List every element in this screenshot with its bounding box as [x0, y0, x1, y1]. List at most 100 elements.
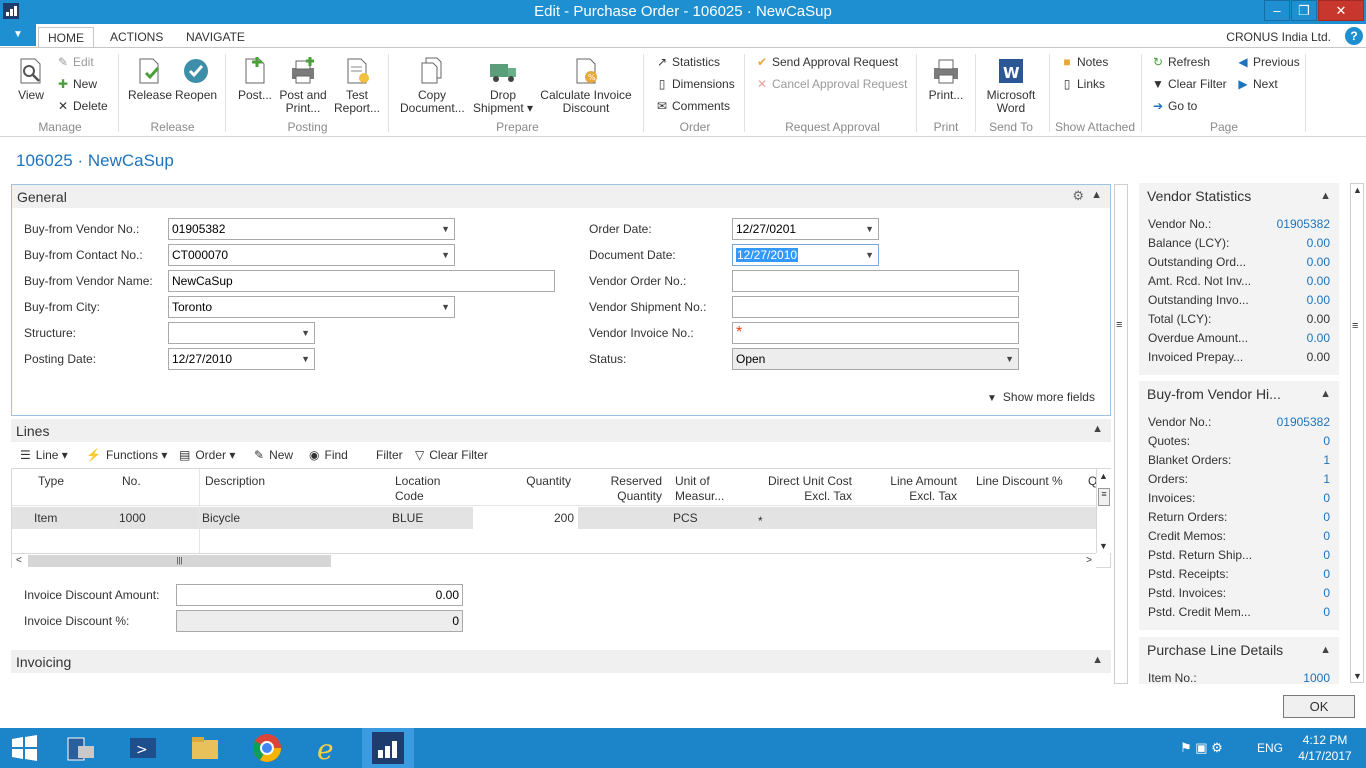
maximize-button[interactable]: ❐	[1291, 0, 1317, 21]
structure-field[interactable]: ▼	[168, 322, 315, 344]
clear-filter-button[interactable]: ▼ Clear Filter	[1151, 77, 1227, 91]
buy-from-vendor-name-field[interactable]: NewCaSup	[168, 270, 555, 292]
collapse-chevron-icon[interactable]: ▲	[1320, 644, 1331, 656]
tab-actions[interactable]: ACTIONS	[110, 30, 163, 44]
links-button[interactable]: ▯ Links	[1060, 77, 1105, 91]
tab-navigate[interactable]: NAVIGATE	[186, 30, 245, 44]
company-name[interactable]: CRONUS India Ltd.	[1226, 30, 1331, 44]
collapse-chevron-icon[interactable]: ▲	[1091, 189, 1102, 201]
find-button[interactable]: ◉ Find	[309, 448, 348, 462]
col-direct-unit-cost[interactable]: Direct Unit Cost Excl. Tax	[752, 474, 852, 504]
vendor-history-value[interactable]: 0	[1323, 491, 1330, 505]
copy-document-button[interactable]: Copy Document...	[400, 56, 465, 115]
vendor-shipment-no-field[interactable]	[732, 296, 1019, 318]
vendor-stat-value[interactable]: 0.00	[1307, 236, 1330, 250]
status-field[interactable]: Open ▼	[732, 348, 1019, 370]
vendor-history-value[interactable]: 0	[1323, 586, 1330, 600]
print-button[interactable]: Print...	[926, 56, 966, 102]
vendor-history-value[interactable]: 1	[1323, 472, 1330, 486]
buy-from-city-field[interactable]: Toronto ▼	[168, 296, 455, 318]
tray-icons[interactable]: ⚑ ▣ ⚙	[1180, 740, 1223, 756]
clear-filter-lines-button[interactable]: ▽ Clear Filter	[415, 448, 488, 462]
collapse-chevron-icon[interactable]: ▲	[1092, 423, 1103, 435]
invoicing-header[interactable]: Invoicing ▲	[11, 650, 1111, 673]
go-to-button[interactable]: ➔ Go to	[1151, 99, 1197, 113]
col-type[interactable]: Type	[38, 474, 64, 489]
line-menu-button[interactable]: ☰ Line ▾	[20, 448, 68, 462]
file-explorer-icon[interactable]	[189, 732, 221, 764]
dimensions-button[interactable]: ▯ Dimensions	[655, 77, 735, 91]
internet-explorer-icon[interactable]: e	[313, 732, 345, 766]
ok-button[interactable]: OK	[1283, 695, 1355, 718]
delete-button[interactable]: ✕ Delete	[56, 99, 108, 113]
col-reserved-quantity[interactable]: Reserved Quantity	[592, 474, 662, 504]
send-approval-request-button[interactable]: ✔ Send Approval Request	[755, 55, 898, 69]
language-indicator[interactable]: ENG	[1257, 741, 1283, 755]
vendor-stat-value[interactable]: 0.00	[1307, 331, 1330, 345]
general-header[interactable]: General ⚙ ▲	[12, 185, 1110, 208]
vendor-history-value[interactable]: 0	[1323, 529, 1330, 543]
calculate-invoice-discount-button[interactable]: % Calculate Invoice Discount	[540, 56, 632, 115]
col-line-discount[interactable]: Line Discount %	[976, 474, 1063, 489]
help-icon[interactable]: ?	[1345, 27, 1363, 45]
vendor-stat-value[interactable]: 0.00	[1307, 274, 1330, 288]
vendor-history-value[interactable]: 0	[1323, 548, 1330, 562]
order-date-field[interactable]: 12/27/0201 ▼	[732, 218, 879, 240]
main-vertical-scrollbar[interactable]: ≡	[1114, 184, 1128, 684]
vendor-stat-value[interactable]: 0.00	[1307, 255, 1330, 269]
close-button[interactable]: ✕	[1318, 0, 1364, 21]
cell-quantity-editor[interactable]: 200	[473, 507, 578, 529]
cancel-approval-request-button[interactable]: ✕ Cancel Approval Request	[755, 77, 907, 91]
lines-horizontal-scrollbar[interactable]: < ||| >	[12, 553, 1096, 568]
clock[interactable]: 4:12 PM 4/17/2017	[1290, 732, 1360, 764]
vendor-stat-value[interactable]: 01905382	[1277, 217, 1330, 231]
collapse-chevron-icon[interactable]: ▲	[1320, 190, 1331, 202]
col-unit-of-measure[interactable]: Unit of Measur...	[675, 474, 724, 504]
vendor-history-value[interactable]: 0	[1323, 434, 1330, 448]
vendor-history-value[interactable]: 0	[1323, 605, 1330, 619]
new-button[interactable]: ✚ New	[56, 77, 97, 91]
invoice-discount-amount-field[interactable]: 0.00	[176, 584, 463, 606]
filter-button[interactable]: Filter	[376, 448, 403, 462]
vendor-history-value[interactable]: 0	[1323, 510, 1330, 524]
refresh-button[interactable]: ↻ Refresh	[1151, 55, 1210, 69]
post-and-print-button[interactable]: Post and Print...	[278, 56, 328, 115]
invoicing-fasttab[interactable]: Invoicing ▲	[11, 650, 1111, 674]
buy-from-contact-no-field[interactable]: CT000070 ▼	[168, 244, 455, 266]
vendor-stat-value[interactable]: 0.00	[1307, 293, 1330, 307]
edit-button[interactable]: ✎ Edit	[56, 55, 94, 69]
col-line-amount[interactable]: Line Amount Excl. Tax	[867, 474, 957, 504]
powershell-icon[interactable]: >	[127, 732, 159, 764]
reopen-button[interactable]: Reopen	[175, 56, 217, 102]
col-description[interactable]: Description	[205, 474, 265, 489]
col-quantity[interactable]: Quantity	[482, 474, 571, 489]
customize-gear-icon[interactable]: ⚙	[1072, 188, 1084, 204]
col-location-code[interactable]: Location Code	[395, 474, 440, 504]
server-manager-icon[interactable]	[64, 732, 96, 764]
vendor-invoice-no-field[interactable]: *	[732, 322, 1019, 344]
posting-date-field[interactable]: 12/27/2010 ▼	[168, 348, 315, 370]
microsoft-word-button[interactable]: W Microsoft Word	[982, 56, 1040, 115]
vendor-history-value[interactable]: 0	[1323, 567, 1330, 581]
table-row[interactable]: Item 1000 Bicycle BLUE 200 PCS *	[12, 507, 1096, 529]
notes-button[interactable]: ■ Notes	[1060, 55, 1108, 69]
vendor-history-value[interactable]: 1	[1323, 453, 1330, 467]
lines-header[interactable]: Lines ▲	[11, 419, 1111, 442]
vendor-history-value[interactable]: 01905382	[1277, 415, 1330, 429]
dynamics-nav-taskbar-button[interactable]	[362, 728, 414, 768]
statistics-button[interactable]: ↗ Statistics	[655, 55, 720, 69]
next-button[interactable]: ▶ Next	[1236, 77, 1277, 91]
previous-button[interactable]: ◀ Previous	[1236, 55, 1299, 69]
collapse-chevron-icon[interactable]: ▲	[1320, 388, 1331, 400]
app-menu-button[interactable]: ▼	[0, 24, 36, 46]
vendor-order-no-field[interactable]	[732, 270, 1019, 292]
show-more-fields-link[interactable]: ▼ Show more fields	[987, 390, 1095, 404]
test-report-button[interactable]: Test Report...	[334, 56, 380, 115]
post-button[interactable]: Post...	[238, 56, 272, 102]
minimize-button[interactable]: –	[1264, 0, 1290, 21]
tab-home[interactable]: HOME	[38, 27, 94, 49]
comments-button[interactable]: ✉ Comments	[655, 99, 730, 113]
collapse-chevron-icon[interactable]: ▲	[1092, 654, 1103, 666]
drop-shipment-button[interactable]: Drop Shipment ▾	[472, 56, 534, 115]
lines-vertical-scrollbar[interactable]: ▲ ≡ ▼	[1096, 469, 1111, 553]
